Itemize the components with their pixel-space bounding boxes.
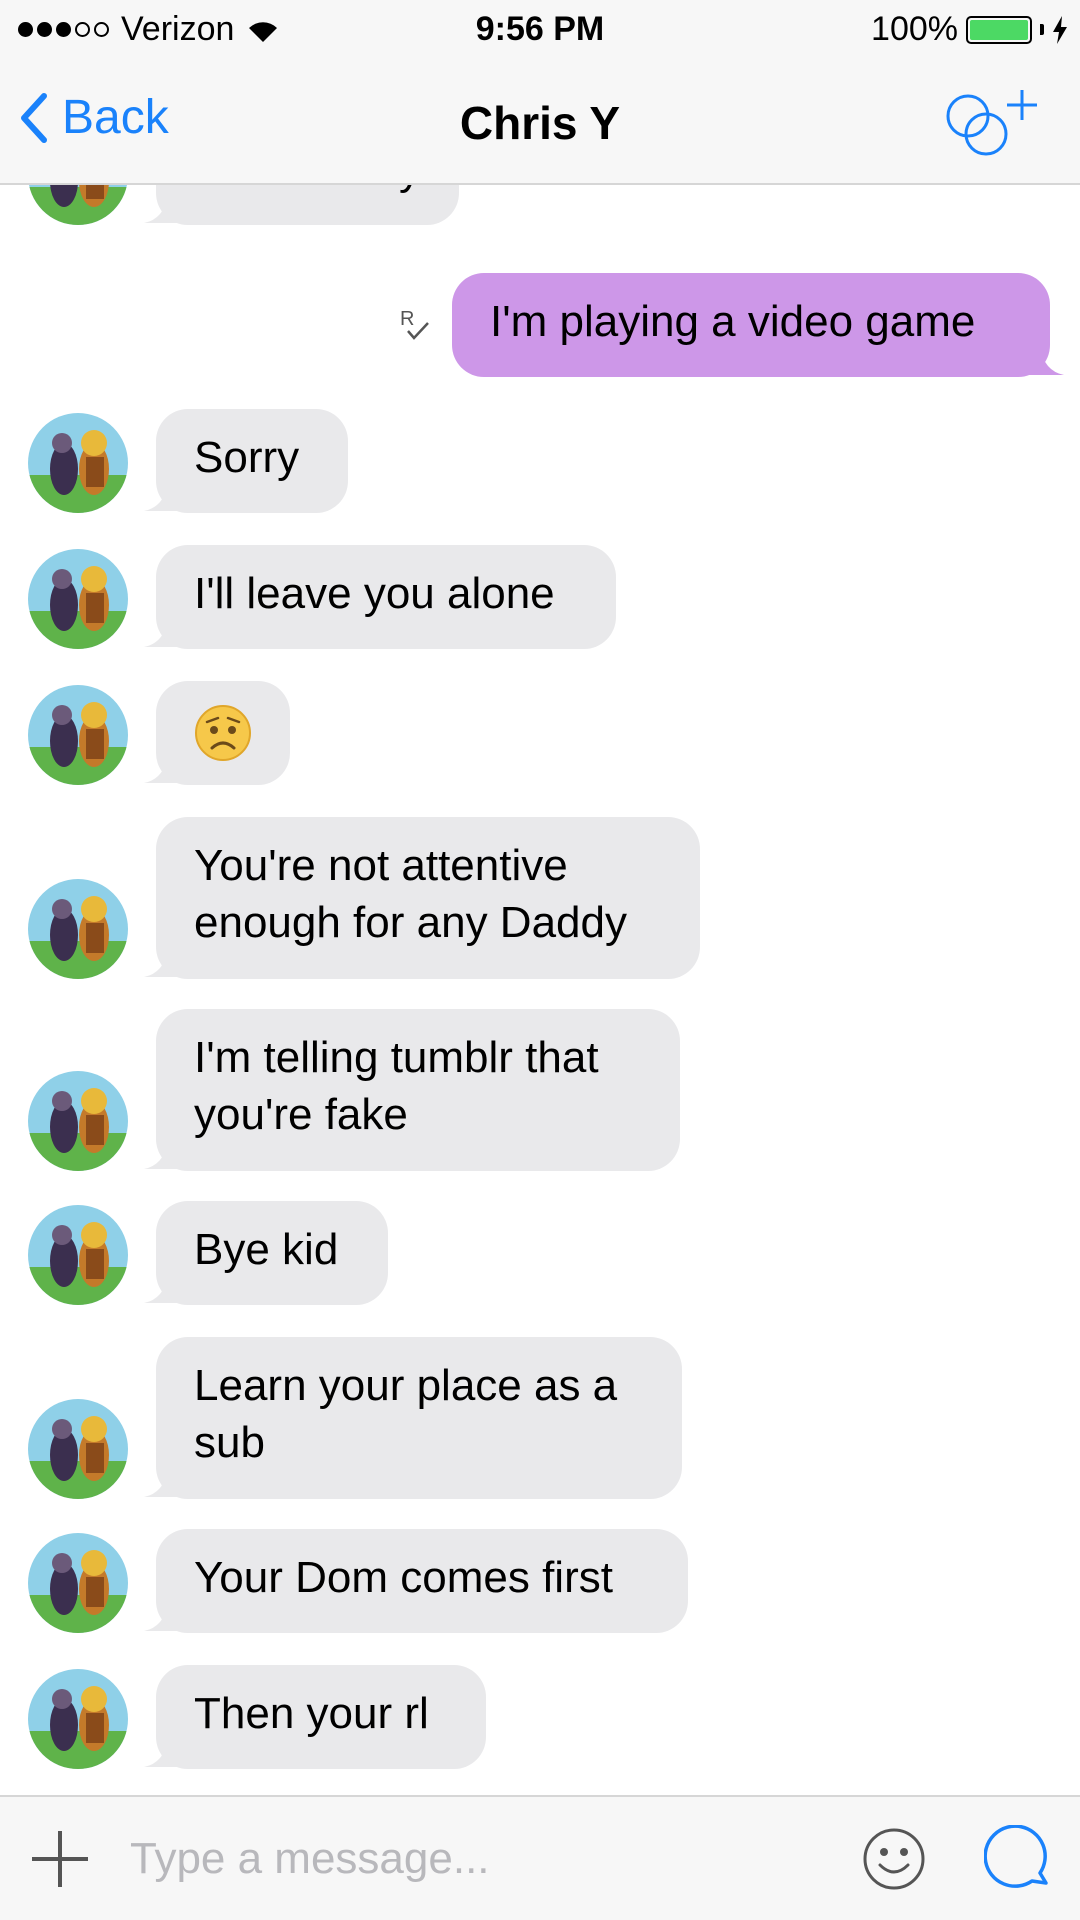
plus-icon bbox=[32, 1831, 88, 1887]
message-bubble[interactable]: Learn your place as a sub bbox=[156, 1337, 682, 1499]
incoming-message: Bye kid bbox=[0, 1201, 1080, 1305]
message-list[interactable]: You're busy R I'm playing a video game Sorr… bbox=[0, 185, 1080, 1795]
contact-avatar[interactable] bbox=[28, 685, 128, 785]
message-text: Bye kid bbox=[194, 1225, 339, 1274]
contact-avatar[interactable] bbox=[28, 1533, 128, 1633]
attach-button[interactable] bbox=[30, 1829, 90, 1894]
message-text: You're busy bbox=[194, 185, 421, 194]
message-bubble[interactable]: I'm telling tumblr that you're fake bbox=[156, 1009, 680, 1171]
message-text-line: sub bbox=[194, 1418, 265, 1467]
incoming-message: I'll leave you alone bbox=[0, 545, 1080, 649]
message-text-line: You're not attentive bbox=[194, 841, 568, 890]
contact-avatar[interactable] bbox=[28, 1669, 128, 1769]
battery-icon bbox=[966, 15, 1032, 44]
message-text-line: Learn your place as a bbox=[194, 1361, 618, 1410]
incoming-message: Sorry bbox=[0, 409, 1080, 513]
send-button[interactable] bbox=[983, 1824, 1052, 1898]
message-text-line: enough for any Daddy bbox=[194, 898, 627, 947]
incoming-message: Then your rl bbox=[0, 1665, 1080, 1769]
svg-text:R: R bbox=[400, 308, 414, 330]
status-bar: Verizon 9:56 PM 100% bbox=[0, 0, 1080, 58]
status-right: 100% bbox=[871, 10, 1068, 49]
contact-avatar[interactable] bbox=[28, 549, 128, 649]
message-text-line: I'm telling tumblr that bbox=[194, 1033, 599, 1082]
message-bubble[interactable]: I'm playing a video game bbox=[452, 273, 1050, 377]
incoming-message: Learn your place as a sub bbox=[0, 1337, 1080, 1499]
message-text: Sorry bbox=[194, 433, 300, 482]
contact-avatar[interactable] bbox=[28, 413, 128, 513]
contact-avatar[interactable] bbox=[28, 1205, 128, 1305]
battery-level-fill bbox=[970, 19, 1028, 40]
message-bubble[interactable]: You're not attentive enough for any Daddy bbox=[156, 817, 700, 979]
smiley-icon bbox=[863, 1828, 925, 1890]
worried-face-emoji bbox=[195, 705, 251, 761]
contact-avatar[interactable] bbox=[28, 1399, 128, 1499]
read-receipt-icon: R bbox=[400, 308, 429, 340]
incoming-message: You're not attentive enough for any Daddy bbox=[0, 817, 1080, 979]
message-input[interactable] bbox=[130, 1821, 830, 1897]
add-people-button[interactable] bbox=[944, 86, 1040, 165]
message-bubble[interactable]: Sorry bbox=[156, 409, 348, 513]
contact-avatar[interactable] bbox=[28, 1071, 128, 1171]
contact-avatar[interactable] bbox=[28, 185, 128, 225]
emoji-button[interactable] bbox=[862, 1827, 926, 1896]
contact-avatar[interactable] bbox=[28, 879, 128, 979]
incoming-message: You're busy bbox=[0, 185, 1080, 225]
message-bubble[interactable]: Your Dom comes first bbox=[156, 1529, 688, 1633]
message-text: I'll leave you alone bbox=[194, 569, 555, 618]
navigation-bar: Back Chris Y bbox=[0, 58, 1080, 185]
message-bubble[interactable]: Then your rl bbox=[156, 1665, 486, 1769]
battery-percent: 100% bbox=[871, 10, 958, 48]
chat-bubble-icon bbox=[983, 1824, 1048, 1888]
message-bubble[interactable] bbox=[156, 681, 290, 785]
message-text: Then your rl bbox=[194, 1689, 429, 1738]
message-text-line: you're fake bbox=[194, 1090, 408, 1139]
message-text: Your Dom comes first bbox=[194, 1553, 613, 1602]
conversation-title: Chris Y bbox=[459, 97, 621, 149]
message-bubble[interactable]: Bye kid bbox=[156, 1201, 388, 1305]
incoming-message: I'm telling tumblr that you're fake bbox=[0, 1009, 1080, 1171]
message-text: I'm playing a video game bbox=[490, 297, 976, 346]
outgoing-message: R I'm playing a video game bbox=[0, 273, 1080, 377]
message-bubble[interactable]: I'll leave you alone bbox=[156, 545, 616, 649]
charging-bolt-icon bbox=[1053, 15, 1067, 44]
battery-nub bbox=[1040, 24, 1044, 35]
message-bubble[interactable]: You're busy bbox=[156, 185, 459, 225]
incoming-message bbox=[0, 681, 1080, 785]
add-people-icon bbox=[946, 90, 1037, 156]
message-composer bbox=[0, 1795, 1080, 1920]
incoming-message: Your Dom comes first bbox=[0, 1529, 1080, 1633]
